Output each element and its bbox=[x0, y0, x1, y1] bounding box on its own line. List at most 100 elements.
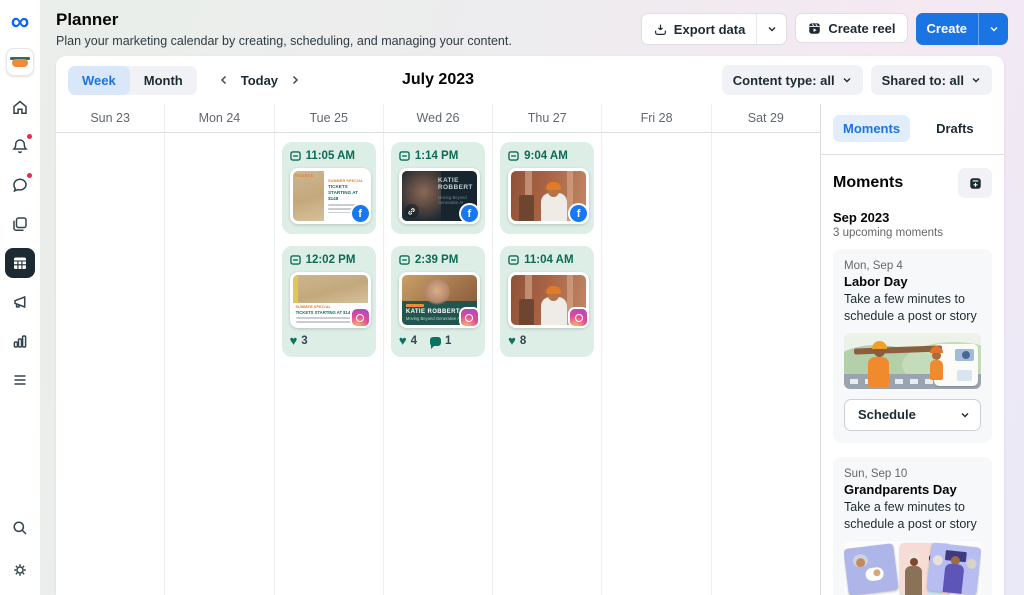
week-view-tab[interactable]: Week bbox=[68, 66, 130, 95]
export-data-button[interactable]: Export data bbox=[642, 14, 757, 44]
post-thumbnail: TICKETS SUMMER SPECIAL TICKETS STARTING … bbox=[290, 168, 371, 224]
post-type-icon bbox=[290, 151, 301, 161]
inbox-badge bbox=[26, 172, 33, 179]
day-header: Wed 26 bbox=[384, 104, 493, 132]
home-icon[interactable] bbox=[5, 92, 35, 122]
create-reel-button[interactable]: Create reel bbox=[795, 13, 907, 43]
day-column-fri[interactable] bbox=[602, 133, 711, 595]
day-column-sat[interactable] bbox=[712, 133, 820, 595]
chevron-down-icon bbox=[989, 24, 999, 34]
scheduled-post-card[interactable]: 2:39 PM KATIE ROBBERT Moving Beyond Gene… bbox=[391, 246, 485, 357]
day-header: Fri 28 bbox=[602, 104, 711, 132]
post-type-icon bbox=[399, 255, 410, 265]
scheduled-post-card[interactable]: 11:04 AM ♥8 bbox=[500, 246, 594, 357]
create-button[interactable]: Create bbox=[916, 13, 978, 43]
beach-photo: TICKETS bbox=[293, 171, 325, 221]
day-column-tue[interactable]: 11:05 AM TICKETS SUMMER SPECIAL TICKETS … bbox=[275, 133, 384, 595]
chevron-down-icon bbox=[960, 410, 970, 420]
panel-tabs: Moments Drafts bbox=[821, 104, 1004, 155]
ads-icon[interactable] bbox=[5, 287, 35, 317]
day-header: Sun 23 bbox=[56, 104, 165, 132]
day-column-wed[interactable]: 1:14 PM KATIE ROBBERT Moving Beyond Gene… bbox=[384, 133, 493, 595]
chevron-right-icon bbox=[289, 74, 301, 86]
day-column-sun[interactable] bbox=[56, 133, 165, 595]
portrait-photo bbox=[402, 275, 477, 301]
day-column-mon[interactable] bbox=[165, 133, 274, 595]
likes-icon: ♥ bbox=[399, 336, 407, 346]
add-moment-icon bbox=[968, 176, 983, 191]
tab-moments[interactable]: Moments bbox=[833, 115, 910, 142]
moment-description: Take a few minutes to schedule a post or… bbox=[844, 499, 981, 533]
content-type-filter[interactable]: Content type: all bbox=[722, 65, 863, 95]
facebook-badge-icon: f bbox=[461, 205, 478, 222]
view-toggle: Week Month bbox=[68, 66, 197, 95]
post-type-icon bbox=[399, 151, 410, 161]
labor-day-illustration bbox=[844, 333, 981, 389]
post-thumbnail bbox=[508, 272, 589, 328]
moment-description: Take a few minutes to schedule a post or… bbox=[844, 291, 981, 325]
scheduled-post-card[interactable]: 9:04 AM f bbox=[500, 142, 594, 234]
previous-week-button[interactable] bbox=[211, 67, 237, 93]
create-options-chevron[interactable] bbox=[978, 13, 1008, 45]
app-sidebar: ∞ bbox=[0, 0, 40, 595]
likes-icon: ♥ bbox=[508, 336, 516, 346]
tab-drafts[interactable]: Drafts bbox=[926, 115, 984, 142]
post-thumbnail: SUMMER SPECIAL TICKETS STARTING AT $148 bbox=[290, 272, 371, 328]
day-column-thu[interactable]: 9:04 AM f 11:04 AM bbox=[493, 133, 602, 595]
meta-logo-icon[interactable]: ∞ bbox=[11, 8, 30, 34]
chevron-down-icon bbox=[842, 75, 852, 85]
moments-heading: Moments bbox=[833, 174, 903, 192]
planner-icon-active[interactable] bbox=[5, 248, 35, 278]
reel-icon bbox=[807, 21, 822, 36]
business-avatar[interactable] bbox=[6, 48, 34, 76]
page-header: Planner Plan your marketing calendar by … bbox=[56, 10, 512, 48]
content-icon[interactable] bbox=[5, 209, 35, 239]
settings-gear-icon[interactable] bbox=[5, 555, 35, 585]
post-engagement: ♥8 bbox=[508, 335, 586, 347]
moments-group-subtitle: 3 upcoming moments bbox=[833, 227, 992, 239]
create-split-button: Create bbox=[916, 13, 1008, 45]
shared-to-filter[interactable]: Shared to: all bbox=[871, 65, 992, 95]
instagram-badge-icon bbox=[461, 309, 478, 326]
schedule-button[interactable]: Schedule bbox=[844, 399, 981, 431]
sidebar-nav bbox=[5, 92, 35, 395]
post-type-icon bbox=[508, 255, 519, 265]
link-icon bbox=[405, 204, 419, 218]
chevron-down-icon bbox=[971, 75, 981, 85]
moment-date: Mon, Sep 4 bbox=[844, 260, 981, 272]
next-week-button[interactable] bbox=[282, 67, 308, 93]
scheduled-post-card[interactable]: 1:14 PM KATIE ROBBERT Moving Beyond Gene… bbox=[391, 142, 485, 234]
day-headers: Sun 23 Mon 24 Tue 25 Wed 26 Thu 27 Fri 2… bbox=[56, 104, 820, 133]
beach-photo bbox=[293, 275, 368, 303]
instagram-badge-icon bbox=[570, 309, 587, 326]
day-header: Sat 29 bbox=[712, 104, 820, 132]
moments-group-title: Sep 2023 bbox=[833, 210, 992, 225]
insights-icon[interactable] bbox=[5, 326, 35, 356]
month-view-tab[interactable]: Month bbox=[130, 66, 197, 95]
facebook-badge-icon: f bbox=[570, 205, 587, 222]
search-icon[interactable] bbox=[5, 513, 35, 543]
instagram-badge-icon bbox=[352, 309, 369, 326]
notifications-icon[interactable] bbox=[5, 131, 35, 161]
facebook-badge-icon: f bbox=[352, 205, 369, 222]
add-to-calendar-button[interactable] bbox=[958, 168, 992, 198]
post-engagement: ♥4 1 bbox=[399, 335, 477, 347]
more-menu-icon[interactable] bbox=[5, 365, 35, 395]
export-data-split-button: Export data bbox=[641, 13, 788, 45]
scheduled-post-card[interactable]: 12:02 PM SUMMER SPECIAL TICKETS STARTING… bbox=[282, 246, 376, 357]
grandparents-day-illustration bbox=[844, 541, 981, 595]
inbox-icon[interactable] bbox=[5, 170, 35, 200]
moment-date: Sun, Sep 10 bbox=[844, 468, 981, 480]
download-icon bbox=[653, 22, 668, 37]
post-type-icon bbox=[508, 151, 519, 161]
week-calendar: Sun 23 Mon 24 Tue 25 Wed 26 Thu 27 Fri 2… bbox=[56, 104, 820, 595]
scheduled-post-card[interactable]: 11:05 AM TICKETS SUMMER SPECIAL TICKETS … bbox=[282, 142, 376, 234]
header-actions: Export data Create reel Create bbox=[641, 13, 1008, 45]
moment-card-labor-day: Mon, Sep 4 Labor Day Take a few minutes … bbox=[833, 249, 992, 443]
day-header: Mon 24 bbox=[165, 104, 274, 132]
moment-title: Labor Day bbox=[844, 274, 981, 289]
moments-panel: Moments Drafts Moments Sep 2023 3 upcomi… bbox=[820, 104, 1004, 595]
today-button[interactable]: Today bbox=[237, 73, 282, 88]
comments-icon bbox=[430, 337, 441, 346]
export-options-chevron[interactable] bbox=[756, 14, 786, 44]
